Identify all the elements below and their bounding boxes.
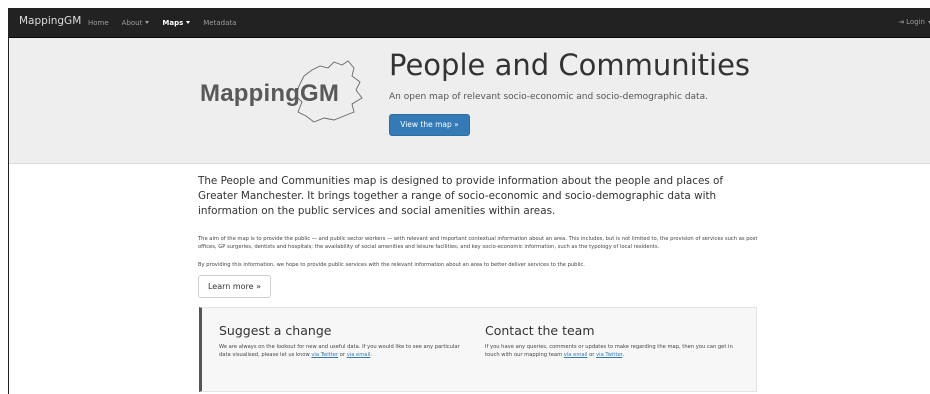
page: MappingGM Home About Maps Metadata ⇥ Logi… (8, 8, 930, 394)
contact-team-section: Contact the team If you have any queries… (485, 323, 733, 359)
nav-item-metadata[interactable]: Metadata (203, 19, 236, 27)
caret-down-icon (145, 21, 150, 24)
aim-paragraph: The aim of the map is to provide the pub… (198, 236, 758, 250)
hero-jumbotron: MappingGM People and Communities An open… (9, 38, 930, 164)
logo-text: MappingGM (200, 80, 340, 107)
suggest-change-heading: Suggest a change (219, 323, 332, 338)
window-left-margin (0, 0, 8, 394)
page-subtitle: An open map of relevant socio-economic a… (389, 92, 708, 102)
purpose-paragraph: By providing this information, we hope t… (198, 262, 585, 268)
suggest-twitter-link[interactable]: via Twitter (311, 352, 338, 358)
nav-item-label: About (121, 18, 143, 27)
nav-item-label: Maps (162, 18, 184, 27)
navbar: MappingGM Home About Maps Metadata ⇥ Logi… (9, 8, 930, 38)
sign-in-icon: ⇥ (898, 18, 905, 26)
suggest-end: . (370, 352, 373, 358)
suggest-joiner: or (339, 352, 346, 358)
navbar-brand[interactable]: MappingGM (19, 15, 81, 27)
login-label: Login (906, 18, 925, 26)
nav-item-maps[interactable]: Maps (162, 18, 191, 27)
learn-more-button[interactable]: Learn more » (198, 275, 271, 298)
info-panel: Suggest a change We are always on the lo… (199, 307, 757, 392)
nav-item-home[interactable]: Home (88, 19, 109, 27)
page-title: People and Communities (389, 48, 751, 82)
intro-lead-text: The People and Communities map is design… (198, 175, 724, 217)
contact-end: . (622, 352, 624, 358)
suggest-change-section: Suggest a change We are always on the lo… (219, 323, 467, 359)
caret-down-icon (186, 21, 191, 24)
contact-twitter-link[interactable]: via Twitter (596, 352, 622, 358)
suggest-email-link[interactable]: via email (347, 352, 371, 358)
mappinggm-logo: MappingGM (194, 56, 374, 126)
window-top-margin (0, 0, 930, 8)
login-dropdown[interactable]: ⇥ Login (898, 18, 930, 26)
nav-item-label: Metadata (203, 18, 237, 27)
contact-team-text: If you have any queries, comments or upd… (485, 343, 733, 359)
nav-item-label: Home (88, 18, 109, 27)
suggest-change-text: We are always on the lookout for new and… (219, 343, 467, 359)
contact-team-heading: Contact the team (485, 323, 595, 338)
nav-item-about[interactable]: About (122, 19, 150, 27)
contact-email-link[interactable]: via email (564, 352, 588, 358)
nav-menu: Home About Maps Metadata (88, 8, 249, 37)
view-map-button[interactable]: View the map » (389, 114, 470, 136)
contact-joiner: or (589, 352, 595, 358)
